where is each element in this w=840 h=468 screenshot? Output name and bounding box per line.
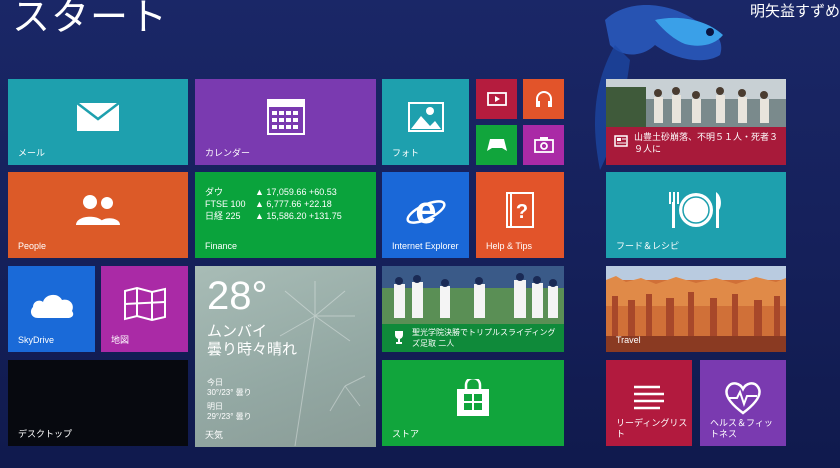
baseball-players-photo	[382, 266, 564, 324]
weather-today-label: 今日	[207, 378, 223, 387]
photos-tile[interactable]: フォト	[382, 79, 469, 165]
health-label: ヘルス＆フィットネス	[710, 418, 773, 439]
news-icon	[614, 135, 628, 147]
maps-tile[interactable]: 地図	[101, 266, 188, 352]
maps-label: 地図	[111, 335, 130, 345]
page-title: スタート	[12, 0, 169, 39]
weather-label: 天気	[205, 430, 224, 440]
food-recipe-tile[interactable]: フード＆レシピ	[606, 172, 786, 258]
headphones-icon	[535, 91, 552, 107]
weather-tomorrow-label: 明日	[207, 402, 223, 411]
skydrive-tile[interactable]: SkyDrive	[8, 266, 95, 352]
finance-row: 日経 225 ▲ 15,586.20 +131.75	[205, 211, 342, 221]
camera-icon	[533, 137, 554, 153]
desktop-label: デスクトップ	[18, 429, 73, 439]
sports-headline: 聖光学院決勝でトリプルスライディングズ足取 二人	[412, 328, 556, 348]
game-controller-icon	[486, 139, 507, 151]
trophy-icon	[395, 331, 403, 344]
calendar-icon	[266, 98, 305, 135]
weather-today-value: 30°/23° 曇り	[207, 388, 252, 397]
svg-text:?: ?	[516, 201, 528, 223]
reading-label: リーディングリスト	[616, 418, 688, 439]
ie-label: Internet Explorer	[392, 241, 459, 251]
sports-headline-band: 聖光学院決勝でトリプルスライディングズ足取 二人	[382, 324, 564, 352]
store-tile[interactable]: ストア	[382, 360, 564, 446]
map-icon	[123, 286, 166, 321]
weather-tile[interactable]: 28° ムンバイ 曇り時々晴れ 今日 30°/23° 曇り 明日 29°/23°…	[195, 266, 376, 447]
help-tips-tile[interactable]: ? Help & Tips	[476, 172, 564, 258]
people-icon	[76, 194, 120, 225]
photos-icon	[407, 101, 444, 132]
news-tile[interactable]: 山豊土砂崩落、不明５１人・死者３９人に	[606, 79, 786, 165]
weather-temperature: 28°	[207, 274, 268, 318]
cloud-icon	[30, 294, 73, 318]
finance-row: FTSE 100 ▲ 6,777.66 +22.18	[205, 199, 332, 209]
travel-tile[interactable]: Travel	[606, 266, 786, 352]
finance-tile[interactable]: ダウ ▲ 17,059.66 +60.53 FTSE 100 ▲ 6,777.66 …	[195, 172, 376, 258]
mail-label: メール	[18, 148, 46, 158]
user-name[interactable]: 明矢益すずめ	[750, 0, 840, 21]
plate-utensils-icon	[669, 191, 721, 228]
news-photo	[606, 79, 786, 127]
internet-explorer-icon: e	[405, 190, 446, 230]
news-headline: 山豊土砂崩落、不明５１人・死者３９人に	[634, 132, 779, 154]
food-label: フード＆レシピ	[616, 241, 680, 251]
weather-tomorrow-value: 29°/23° 曇り	[207, 412, 252, 421]
store-label: ストア	[392, 429, 420, 439]
calendar-tile[interactable]: カレンダー	[195, 79, 376, 165]
reading-list-tile[interactable]: リーディングリスト	[606, 360, 692, 446]
people-label: People	[18, 241, 47, 251]
svg-text:e: e	[415, 190, 436, 230]
skydrive-label: SkyDrive	[18, 335, 55, 345]
internet-explorer-tile[interactable]: e Internet Explorer	[382, 172, 469, 258]
news-headline-band: 山豊土砂崩落、不明５１人・死者３９人に	[606, 127, 786, 165]
music-tile[interactable]	[523, 79, 564, 119]
help-book-icon: ?	[506, 191, 534, 228]
desktop-tile[interactable]: デスクトップ	[8, 360, 188, 446]
sports-tile[interactable]: 聖光学院決勝でトリプルスライディングズ足取 二人	[382, 266, 564, 352]
weather-condition: 曇り時々晴れ	[207, 341, 298, 358]
mail-tile[interactable]: メール	[8, 79, 188, 165]
store-bag-icon	[457, 378, 489, 416]
calendar-label: カレンダー	[205, 148, 251, 158]
heart-pulse-icon	[725, 381, 761, 415]
finance-row: ダウ ▲ 17,059.66 +60.53	[205, 187, 337, 197]
video-tile[interactable]	[476, 79, 517, 119]
people-tile[interactable]: People	[8, 172, 188, 258]
help-label: Help & Tips	[486, 241, 533, 251]
health-fitness-tile[interactable]: ヘルス＆フィットネス	[700, 360, 786, 446]
photos-label: フォト	[392, 148, 420, 158]
travel-label: Travel	[616, 335, 641, 345]
mail-icon	[76, 101, 120, 131]
video-icon	[486, 92, 507, 106]
camera-tile[interactable]	[523, 125, 564, 165]
finance-label: Finance	[205, 241, 238, 251]
games-tile[interactable]	[476, 125, 517, 165]
reading-list-icon	[634, 385, 664, 410]
dandelion-illustration	[279, 281, 366, 446]
